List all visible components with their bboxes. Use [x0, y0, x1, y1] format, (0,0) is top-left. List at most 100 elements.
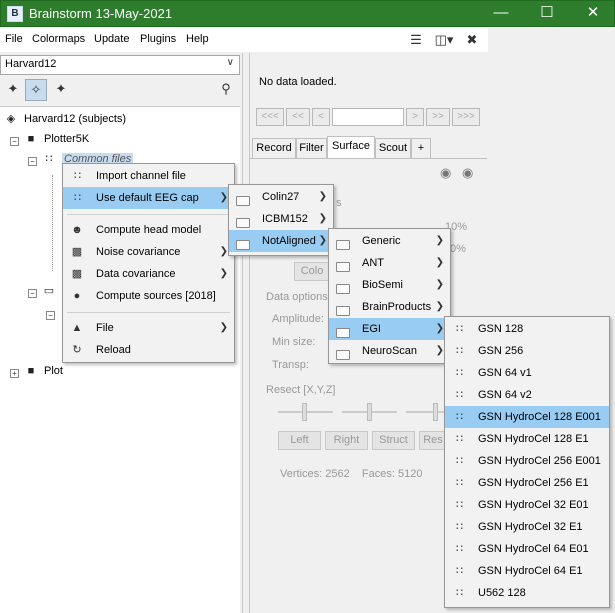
- menu-cap-item[interactable]: ∷ GSN HydroCel 32 E1: [445, 516, 609, 538]
- channel-dots-icon: ∷: [456, 565, 463, 577]
- expand-icon[interactable]: +: [10, 369, 19, 378]
- menu-egi[interactable]: EGI ❯: [329, 318, 450, 340]
- channel-dots-icon: ∷: [456, 345, 463, 357]
- menu-ant[interactable]: ANT ❯: [329, 252, 450, 274]
- nav-last-button[interactable]: >>>: [452, 108, 480, 126]
- resect-left-button[interactable]: Left: [278, 431, 321, 450]
- anatomy-view-icon[interactable]: ✦: [2, 79, 24, 101]
- brainstorm-app-icon: B: [7, 6, 23, 22]
- chevron-right-icon: ❯: [435, 323, 444, 334]
- resect-z-slider[interactable]: [406, 411, 446, 413]
- menu-cap-item[interactable]: ∷ GSN HydroCel 256 E001: [445, 450, 609, 472]
- colormap-button[interactable]: Colo: [294, 262, 330, 281]
- close-window-button[interactable]: ✕: [570, 1, 615, 27]
- menu-cap-item[interactable]: ∷ GSN 64 v2: [445, 384, 609, 406]
- chevron-right-icon: ❯: [318, 191, 327, 202]
- data-options-header: Data options: [266, 291, 328, 303]
- resect-right-button[interactable]: Right: [325, 431, 368, 450]
- study-view-icon[interactable]: ✦: [50, 79, 72, 101]
- menu-cap-item[interactable]: ∷ GSN HydroCel 256 E1: [445, 472, 609, 494]
- menu-use-default-eeg-cap[interactable]: ∷ Use default EEG cap ❯: [63, 187, 234, 209]
- menu-icbm152[interactable]: ICBM152 ❯: [229, 208, 333, 230]
- menu-file[interactable]: File: [5, 33, 23, 45]
- resect-reset-button[interactable]: Res: [419, 431, 447, 450]
- menu-colormaps[interactable]: Colormaps: [32, 33, 85, 45]
- minimize-button[interactable]: —: [478, 1, 524, 27]
- channel-dots-icon: ∷: [456, 411, 463, 423]
- nav-prev-fast-button[interactable]: <<: [286, 108, 310, 126]
- menu-data-covariance[interactable]: ▩ Data covariance ❯: [63, 263, 234, 285]
- nav-prev-button[interactable]: <: [312, 108, 330, 126]
- folder-icon: [336, 328, 350, 338]
- channel-dots-icon: ∷: [456, 499, 463, 511]
- remove-surface-icon[interactable]: ◉: [462, 165, 473, 181]
- menu-compute-sources[interactable]: ● Compute sources [2018]: [63, 285, 234, 307]
- menu-colin27[interactable]: Colin27 ❯: [229, 186, 333, 208]
- list-icon[interactable]: ☰: [407, 32, 425, 48]
- menu-cap-item[interactable]: ∷ GSN HydroCel 128 E1: [445, 428, 609, 450]
- chevron-down-icon: ∨: [226, 57, 234, 68]
- maximize-button[interactable]: ☐: [524, 1, 570, 27]
- menu-import-channel-file[interactable]: ∷ Import channel file: [63, 165, 234, 187]
- menu-cap-item[interactable]: ∷ GSN 64 v1: [445, 362, 609, 384]
- collapse-icon[interactable]: −: [10, 137, 19, 146]
- menu-biosemi[interactable]: BioSemi ❯: [329, 274, 450, 296]
- channel-dots-icon: ∷: [456, 477, 463, 489]
- menu-cap-item[interactable]: ∷ GSN 128: [445, 318, 609, 340]
- menu-reload[interactable]: ↻ Reload: [63, 339, 234, 361]
- menu-brainproducts[interactable]: BrainProducts ❯: [329, 296, 450, 318]
- tree-line: [52, 175, 53, 271]
- folder-icon: [336, 350, 350, 360]
- tab-add[interactable]: +: [411, 138, 431, 158]
- matrix-icon: ▩: [71, 268, 83, 280]
- chevron-right-icon: ❯: [435, 257, 444, 268]
- menu-cap-item[interactable]: ∷ GSN HydroCel 64 E1: [445, 560, 609, 582]
- resect-struct-button[interactable]: Struct: [372, 431, 415, 450]
- menu-noise-covariance[interactable]: ▩ Noise covariance ❯: [63, 241, 234, 263]
- folder-icon: [336, 262, 350, 272]
- menu-cap-item[interactable]: ∷ U562 128: [445, 582, 609, 604]
- tab-filter[interactable]: Filter: [296, 138, 327, 158]
- slider-thumb[interactable]: [367, 403, 372, 421]
- subjects-icon: ◈: [6, 113, 16, 125]
- add-surface-icon[interactable]: ◉: [440, 165, 451, 181]
- manufacturer-menu: Generic ❯ ANT ❯ BioSemi ❯ BrainProducts …: [328, 228, 451, 364]
- nav-first-button[interactable]: <<<: [256, 108, 284, 126]
- chevron-right-icon: ❯: [219, 322, 228, 333]
- menu-cap-item-selected[interactable]: ∷ GSN HydroCel 128 E001: [445, 406, 609, 428]
- menu-cap-item[interactable]: ∷ GSN HydroCel 32 E01: [445, 494, 609, 516]
- chevron-right-icon: ❯: [318, 213, 327, 224]
- slider-thumb[interactable]: [433, 403, 438, 421]
- menu-cap-item[interactable]: ∷ GSN HydroCel 64 E01: [445, 538, 609, 560]
- protocol-selector[interactable]: Harvard12 ∨: [0, 55, 240, 75]
- menu-notaligned[interactable]: NotAligned ❯: [229, 230, 333, 252]
- close-all-icon[interactable]: ✖: [463, 32, 481, 48]
- collapse-icon[interactable]: −: [28, 289, 37, 298]
- opacity-label-fragment: s: [336, 197, 342, 209]
- menu-plugins[interactable]: Plugins: [140, 33, 176, 45]
- functional-view-icon[interactable]: ✧: [25, 79, 47, 101]
- menu-cap-item[interactable]: ∷ GSN 256: [445, 340, 609, 362]
- tab-surface[interactable]: Surface: [327, 136, 375, 158]
- time-field[interactable]: [332, 108, 404, 126]
- layout-icon[interactable]: ◫▾: [432, 32, 456, 48]
- slider-thumb[interactable]: [302, 403, 307, 421]
- menu-update[interactable]: Update: [94, 33, 129, 45]
- chevron-right-icon: ❯: [435, 279, 444, 290]
- tab-scout[interactable]: Scout: [375, 138, 411, 158]
- menu-help[interactable]: Help: [186, 33, 209, 45]
- tab-record[interactable]: Record: [252, 138, 296, 158]
- collapse-icon[interactable]: −: [28, 157, 37, 166]
- menu-compute-head-model[interactable]: ☻ Compute head model: [63, 219, 234, 241]
- menu-neuroscan[interactable]: NeuroScan ❯: [329, 340, 450, 362]
- nav-next-fast-button[interactable]: >>: [426, 108, 450, 126]
- tree-subject-label: Plotter5K: [44, 133, 90, 145]
- search-icon[interactable]: ⚲: [215, 79, 237, 101]
- folder-icon: [236, 196, 250, 206]
- nav-next-button[interactable]: >: [406, 108, 424, 126]
- transparency-label: Transp:: [272, 359, 309, 371]
- collapse-icon[interactable]: −: [46, 311, 55, 320]
- menu-file[interactable]: ▲ File ❯: [63, 317, 234, 339]
- menu-generic[interactable]: Generic ❯: [329, 230, 450, 252]
- folder-icon: [336, 306, 350, 316]
